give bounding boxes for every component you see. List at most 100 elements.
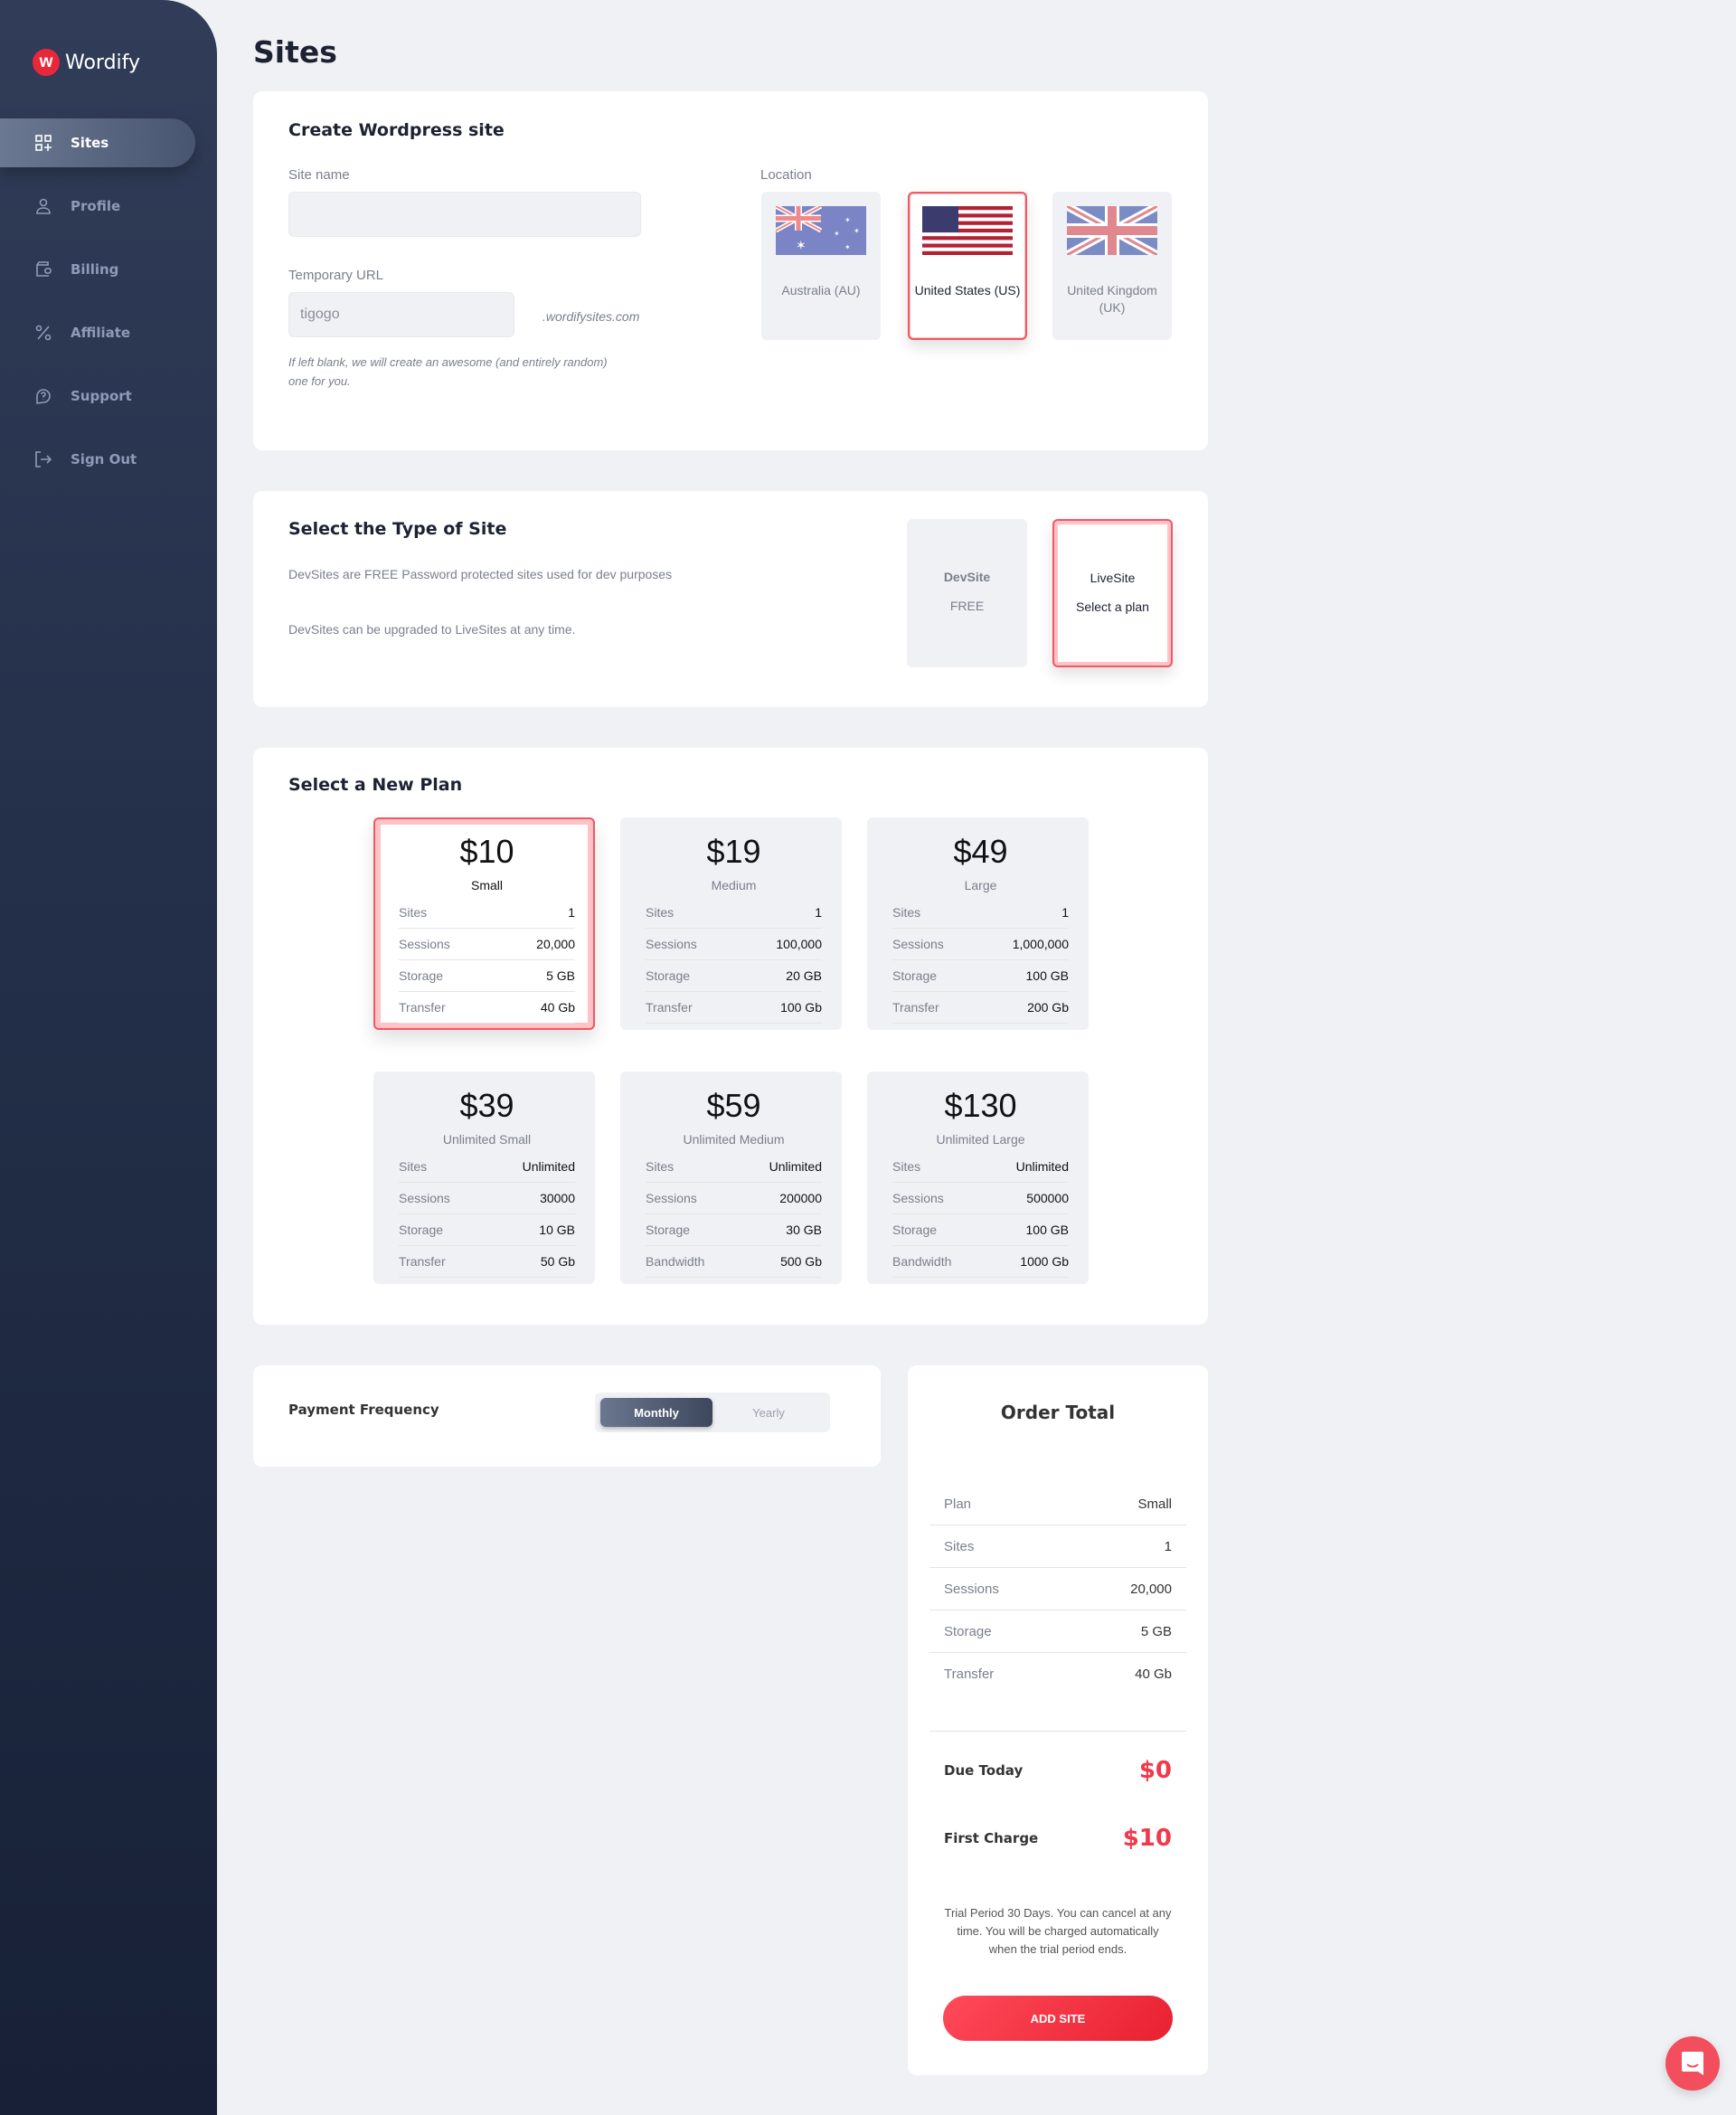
order-row-label: Plan xyxy=(944,1496,972,1512)
plan-card-large[interactable]: $49 Large Sites 1 Sessions 1,000,000 Storage 10… xyxy=(867,817,1089,1030)
plan-feature-row: Transfer 200 Gb xyxy=(892,992,1069,1024)
plan-feature-row: Bandwidth 1000 Gb xyxy=(892,1246,1069,1278)
first-charge-row: First Charge $10 xyxy=(929,1820,1186,1856)
percent-icon xyxy=(34,324,52,342)
payment-frequency-toggle: Monthly Yearly xyxy=(595,1393,830,1432)
order-row-value: Small xyxy=(1137,1496,1172,1512)
feature-value: 1 xyxy=(815,905,822,920)
plan-card-unlimited-small[interactable]: $39 Unlimited Small Sites Unlimited Sessions… xyxy=(373,1072,595,1284)
plan-feature-row: Storage 100 GB xyxy=(892,960,1069,992)
plan-card-medium[interactable]: $19 Medium Sites 1 Sessions 100,000 Storage 20 … xyxy=(620,817,842,1030)
plan-name: Small xyxy=(470,878,503,892)
feature-value: 100,000 xyxy=(776,937,822,951)
plan-card-small[interactable]: $10 Small Sites 1 Sessions 20,000 Storage 5 GB T… xyxy=(373,817,595,1030)
feature-label: Transfer xyxy=(646,1000,693,1015)
location-option-au[interactable]: ✶ ✶ ✶ ✶ ✶ Australia (AU) xyxy=(761,192,881,340)
sidebar-item-sites[interactable]: Sites xyxy=(0,118,195,167)
us-flag-icon xyxy=(922,206,1013,255)
feature-value: 200 Gb xyxy=(1027,1000,1069,1015)
feature-label: Sites xyxy=(399,1159,428,1174)
wallet-icon xyxy=(34,260,52,279)
feature-label: Sessions xyxy=(892,937,944,951)
plan-feature-row: Sessions 30000 xyxy=(399,1183,575,1214)
uk-flag-icon xyxy=(1067,206,1157,255)
plans-card: Select a New Plan $10 Small Sites 1 Sessions… xyxy=(253,748,1208,1325)
site-name-input[interactable] xyxy=(288,192,641,237)
site-type-card: Select the Type of Site DevSites are FRE… xyxy=(253,491,1208,707)
sidebar-item-label: Billing xyxy=(71,261,119,278)
order-row-label: Storage xyxy=(944,1623,992,1639)
sidebar-item-sign-out[interactable]: Sign Out xyxy=(0,435,195,484)
site-type-livesite[interactable]: LiveSite Select a plan xyxy=(1052,519,1173,667)
sidebar-item-affiliate[interactable]: Affiliate xyxy=(0,308,195,357)
logo[interactable]: w Wordify xyxy=(33,49,140,76)
site-name-label: Site name xyxy=(288,167,350,183)
toggle-monthly[interactable]: Monthly xyxy=(600,1398,712,1427)
feature-value: Unlimited xyxy=(522,1159,575,1174)
plan-feature-row: Sites 1 xyxy=(892,897,1069,929)
svg-text:✶: ✶ xyxy=(844,216,851,224)
order-row: Sessions 20,000 xyxy=(929,1568,1186,1610)
chat-widget-button[interactable] xyxy=(1665,2036,1720,2091)
payment-frequency-label: Payment Frequency xyxy=(288,1402,439,1418)
due-today-label: Due Today xyxy=(944,1762,1024,1779)
feature-value: 20 GB xyxy=(786,968,822,983)
temp-url-input[interactable] xyxy=(288,292,514,337)
plan-feature-row: Sites Unlimited xyxy=(892,1151,1069,1183)
feature-value: 1000 Gb xyxy=(1020,1254,1069,1269)
feature-label: Sessions xyxy=(399,1191,450,1205)
help-chat-icon xyxy=(34,387,52,405)
feature-label: Bandwidth xyxy=(646,1254,705,1269)
plan-feature-row: Sessions 200000 xyxy=(646,1183,822,1214)
plan-feature-row: Storage 30 GB xyxy=(646,1214,822,1246)
feature-label: Transfer xyxy=(399,1254,446,1269)
feature-label: Storage xyxy=(399,1223,444,1237)
grid-plus-icon xyxy=(34,134,52,152)
plan-name: Medium xyxy=(711,878,757,892)
feature-value: 40 Gb xyxy=(540,1000,575,1015)
order-row-label: Transfer xyxy=(944,1667,995,1682)
plan-name: Unlimited Small xyxy=(442,1132,532,1147)
sidebar-item-profile[interactable]: Profile xyxy=(0,182,195,231)
location-name: Australia (AU) xyxy=(781,283,861,297)
toggle-yearly[interactable]: Yearly xyxy=(712,1398,825,1427)
plan-feature-row: Transfer 40 Gb xyxy=(399,992,575,1024)
feature-value: Unlimited xyxy=(769,1159,822,1174)
plans-title: Select a New Plan xyxy=(288,775,463,795)
feature-label: Transfer xyxy=(399,1000,446,1015)
feature-label: Sites xyxy=(646,1159,675,1174)
site-type-desc-2: DevSites can be upgraded to LiveSites at… xyxy=(288,622,576,637)
feature-value: 500 Gb xyxy=(780,1254,822,1269)
add-site-button[interactable]: ADD SITE xyxy=(943,1996,1173,2041)
sidebar-item-label: Support xyxy=(71,388,132,404)
plan-card-unlimited-large[interactable]: $130 Unlimited Large Sites Unlimited Session… xyxy=(867,1072,1089,1284)
sidebar-item-billing[interactable]: Billing xyxy=(0,245,195,294)
location-option-us[interactable]: United States (US) xyxy=(908,192,1027,340)
plan-feature-row: Transfer 50 Gb xyxy=(399,1246,575,1278)
location-option-uk[interactable]: United Kingdom (UK) xyxy=(1052,192,1172,340)
site-type-devsite[interactable]: DevSite FREE xyxy=(907,519,1027,667)
feature-value: 500000 xyxy=(1026,1191,1069,1205)
feature-label: Sessions xyxy=(399,937,450,951)
due-today-row: Due Today $0 xyxy=(929,1752,1186,1789)
trial-note: Trial Period 30 Days. You can cancel at … xyxy=(944,1906,1172,1956)
feature-label: Storage xyxy=(892,1223,938,1237)
order-row: Sites 1 xyxy=(929,1525,1186,1568)
feature-label: Sessions xyxy=(646,937,697,951)
sidebar-item-support[interactable]: Support xyxy=(0,372,195,420)
plan-price: $39 xyxy=(459,1087,514,1124)
plan-card-unlimited-medium[interactable]: $59 Unlimited Medium Sites Unlimited Session… xyxy=(620,1072,842,1284)
user-icon xyxy=(34,197,52,215)
feature-label: Sessions xyxy=(646,1191,697,1205)
plan-name: Unlimited Medium xyxy=(683,1132,785,1147)
site-type-name: DevSite xyxy=(943,570,991,584)
site-type-title: Select the Type of Site xyxy=(288,519,507,539)
feature-value: 100 GB xyxy=(1025,1223,1069,1237)
au-flag-icon: ✶✶✶✶✶ xyxy=(776,206,866,255)
feature-label: Sites xyxy=(892,905,921,920)
feature-value: 10 GB xyxy=(539,1223,575,1237)
feature-label: Storage xyxy=(892,968,938,983)
wordify-logo-icon: w xyxy=(33,49,60,76)
divider xyxy=(929,1731,1186,1732)
feature-label: Storage xyxy=(646,1223,691,1237)
